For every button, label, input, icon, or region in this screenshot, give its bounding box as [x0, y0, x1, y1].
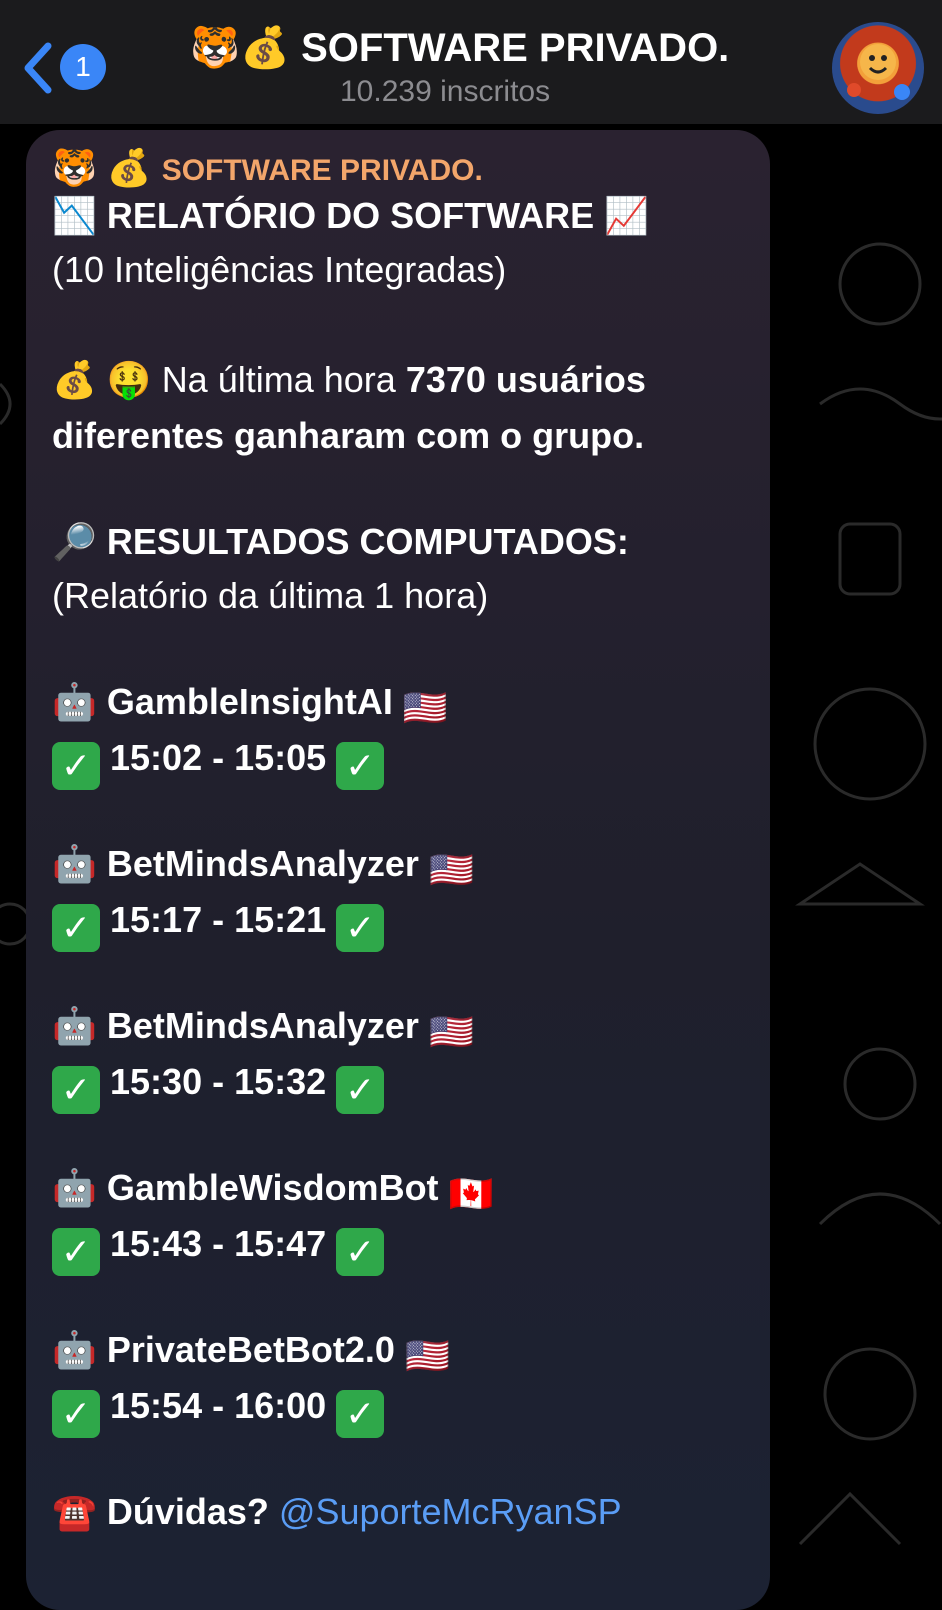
avatar-image-icon [847, 44, 910, 100]
result-bot-name: PrivateBetBot2.0 [106, 1329, 395, 1370]
result-time-line: ✓ 15:02 - 15:05 ✓ [52, 732, 385, 790]
result-time: 15:17 - 15:21 [110, 899, 327, 940]
channel-avatar[interactable] [832, 22, 924, 114]
users-count: 7370 usuários [405, 359, 646, 400]
check-mark-icon: ✓ [336, 1066, 385, 1114]
chart-down-icon: 📉 [52, 195, 97, 236]
support-handle-link[interactable]: @SuporteMcRyanSP [279, 1491, 622, 1532]
users-suffix: diferentes ganharam com o grupo. [52, 415, 645, 456]
robot-icon: 🤖 [52, 843, 97, 884]
result-bot-line: 🤖 GambleInsightAI 🇺🇸 [52, 676, 448, 734]
result-bot-name: GambleWisdomBot [106, 1167, 439, 1208]
unread-count-badge[interactable]: 1 [60, 44, 106, 90]
us-flag-icon: 🇺🇸 [404, 1335, 450, 1376]
canada-flag-icon: 🇨🇦 [448, 1173, 494, 1214]
users-line: 💰 🤑 Na última hora 7370 usuários [52, 354, 646, 406]
check-mark-icon: ✓ [52, 1228, 100, 1276]
check-mark-icon: ✓ [52, 742, 100, 790]
result-bot-name: GambleInsightAI [106, 681, 393, 722]
support-label: Dúvidas? [106, 1491, 269, 1532]
check-mark-icon: ✓ [336, 742, 385, 790]
back-chevron-icon[interactable] [18, 38, 58, 98]
result-bot-line: 🤖 GambleWisdomBot 🇨🇦 [52, 1162, 493, 1220]
robot-icon: 🤖 [52, 681, 97, 722]
us-flag-icon: 🇺🇸 [402, 687, 448, 728]
chat-header: 1 🐯💰 SOFTWARE PRIVADO. 10.239 inscritos [0, 0, 942, 124]
result-time: 15:54 - 16:00 [110, 1385, 327, 1426]
result-time: 15:43 - 15:47 [110, 1223, 327, 1264]
message-bubble: 🐯 💰 SOFTWARE PRIVADO. 📉 RELATÓRIO DO SOF… [26, 130, 770, 1610]
result-time: 15:02 - 15:05 [110, 737, 327, 778]
results-title-line: 🔎 RESULTADOS COMPUTADOS: [52, 516, 629, 568]
magnifier-icon: 🔎 [52, 521, 97, 562]
robot-icon: 🤖 [52, 1167, 97, 1208]
tiger-emoji: 🐯 [52, 147, 97, 188]
robot-icon: 🤖 [52, 1329, 97, 1370]
sender-line: 🐯 💰 SOFTWARE PRIVADO. [52, 142, 483, 197]
result-bot-line: 🤖 BetMindsAnalyzer 🇺🇸 [52, 838, 474, 896]
check-mark-icon: ✓ [336, 904, 385, 952]
channel-title[interactable]: 🐯💰 SOFTWARE PRIVADO. [190, 22, 750, 74]
result-bot-line: 🤖 BetMindsAnalyzer 🇺🇸 [52, 1000, 474, 1058]
result-bot-name: BetMindsAnalyzer [106, 843, 419, 884]
tiger-emoji: 🐯 [190, 26, 240, 70]
check-mark-icon: ✓ [336, 1390, 385, 1438]
result-time-line: ✓ 15:17 - 15:21 ✓ [52, 894, 385, 952]
check-mark-icon: ✓ [52, 1390, 100, 1438]
check-mark-icon: ✓ [52, 904, 100, 952]
report-subtitle: (10 Inteligências Integradas) [52, 249, 507, 290]
channel-title-text: SOFTWARE PRIVADO. [301, 26, 730, 70]
telephone-icon: ☎️ [52, 1491, 97, 1532]
money-mouth-emoji: 🤑 [106, 359, 152, 400]
check-mark-icon: ✓ [336, 1228, 385, 1276]
report-title-line: 📉 RELATÓRIO DO SOFTWARE 📈 [52, 190, 649, 242]
money-bag-emoji: 💰 [52, 359, 97, 400]
result-bot-line: 🤖 PrivateBetBot2.0 🇺🇸 [52, 1324, 450, 1382]
result-time: 15:30 - 15:32 [110, 1061, 327, 1102]
result-time-line: ✓ 15:43 - 15:47 ✓ [52, 1218, 385, 1276]
check-mark-icon: ✓ [52, 1066, 100, 1114]
support-line: ☎️ Dúvidas? @SuporteMcRyanSP [52, 1486, 622, 1538]
sender-name[interactable]: SOFTWARE PRIVADO. [162, 154, 483, 187]
subscriber-count: 10.239 inscritos [340, 75, 551, 108]
robot-icon: 🤖 [52, 1005, 97, 1046]
us-flag-icon: 🇺🇸 [428, 849, 474, 890]
chart-up-icon: 📈 [604, 195, 650, 236]
results-subtitle: (Relatório da última 1 hora) [52, 575, 489, 616]
money-bag-emoji: 💰 [106, 147, 152, 188]
us-flag-icon: 🇺🇸 [428, 1011, 474, 1052]
result-time-line: ✓ 15:54 - 16:00 ✓ [52, 1380, 385, 1438]
result-bot-name: BetMindsAnalyzer [106, 1005, 419, 1046]
results-title: RESULTADOS COMPUTADOS: [106, 521, 629, 562]
money-bag-emoji: 💰 [240, 26, 290, 70]
users-prefix: Na última hora [161, 359, 396, 400]
report-title: RELATÓRIO DO SOFTWARE [106, 195, 595, 236]
result-time-line: ✓ 15:30 - 15:32 ✓ [52, 1056, 385, 1114]
